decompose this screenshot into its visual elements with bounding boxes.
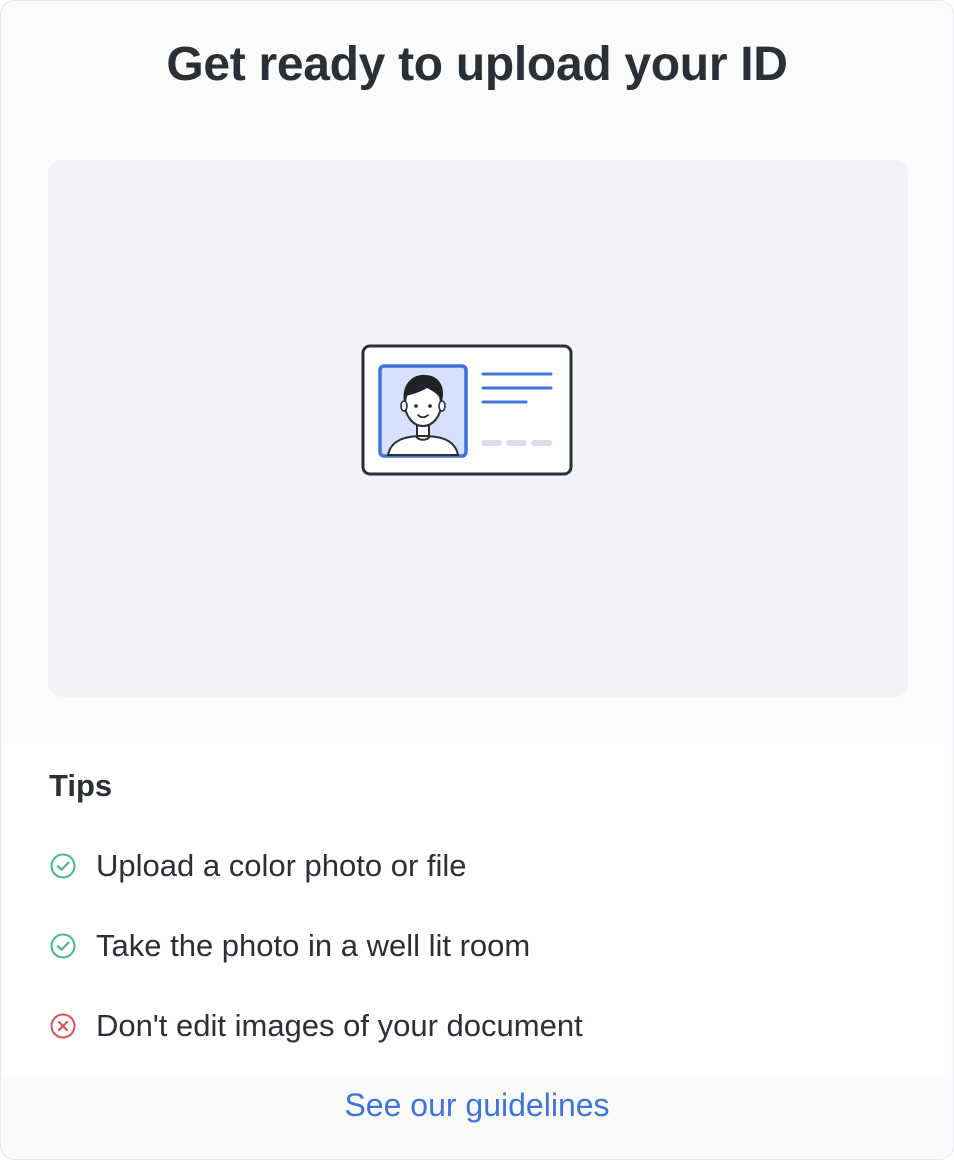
upload-id-card: Get ready to upload your ID Tips Upload …: [0, 0, 954, 1160]
page-title: Get ready to upload your ID: [166, 38, 788, 91]
id-card-illustration: [361, 344, 573, 476]
see-guidelines-link[interactable]: See our guidelines: [344, 1087, 609, 1124]
tips-section: Tips Upload a color photo or file Take t…: [1, 744, 953, 1077]
illustration-panel: [48, 160, 908, 697]
tip-text: Upload a color photo or file: [96, 848, 467, 883]
tip-item-dont-edit: Don't edit images of your document: [49, 1006, 583, 1046]
footer: See our guidelines: [1, 1077, 953, 1159]
tips-heading: Tips: [49, 768, 113, 803]
tip-item-well-lit-room: Take the photo in a well lit room: [49, 926, 530, 966]
check-circle-icon: [49, 852, 77, 880]
tip-text: Take the photo in a well lit room: [96, 928, 531, 963]
tip-item-color-photo: Upload a color photo or file: [49, 846, 467, 886]
x-circle-icon: [49, 1012, 77, 1040]
check-circle-icon: [49, 932, 77, 960]
tip-text: Don't edit images of your document: [96, 1008, 583, 1043]
